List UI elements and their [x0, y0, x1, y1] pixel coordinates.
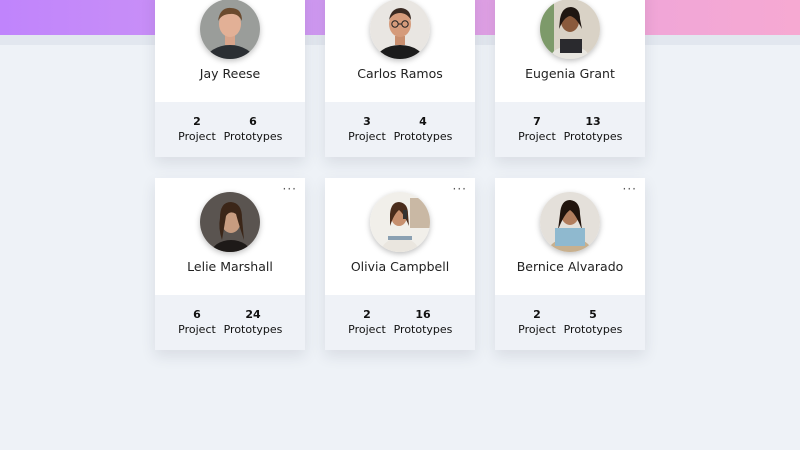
project-stat: 2 Project — [515, 308, 559, 336]
user-name: Eugenia Grant — [525, 66, 615, 81]
user-card[interactable]: ··· Bernice Alvarado 2 Project 5 Prototy… — [495, 178, 645, 350]
avatar — [200, 192, 260, 252]
prototype-stat: 6 Prototypes — [223, 115, 283, 143]
prototype-label: Prototypes — [393, 323, 453, 336]
avatar — [370, 0, 430, 59]
more-options-icon[interactable]: ··· — [623, 182, 637, 196]
project-count: 3 — [363, 115, 371, 128]
project-stat: 6 Project — [175, 308, 219, 336]
user-card[interactable]: Jay Reese 2 Project 6 Prototypes — [155, 0, 305, 157]
avatar — [540, 192, 600, 252]
prototype-label: Prototypes — [223, 323, 283, 336]
user-name: Bernice Alvarado — [516, 259, 624, 274]
prototype-count: 6 — [249, 115, 257, 128]
more-options-icon[interactable]: ··· — [283, 182, 297, 196]
project-count: 2 — [533, 308, 541, 321]
prototype-count: 24 — [245, 308, 261, 321]
prototype-count: 5 — [589, 308, 597, 321]
prototype-count: 13 — [585, 115, 601, 128]
user-card[interactable]: ··· Lelie Marshall 6 Project 24 Prototyp… — [155, 178, 305, 350]
prototype-stat: 16 Prototypes — [393, 308, 453, 336]
user-name: Carlos Ramos — [357, 66, 443, 81]
prototype-count: 4 — [419, 115, 427, 128]
project-stat: 2 Project — [175, 115, 219, 143]
prototype-stat: 13 Prototypes — [563, 115, 623, 143]
project-label: Project — [348, 323, 386, 336]
user-card[interactable]: ··· Olivia Campbell 2 Project 16 Prototy… — [325, 178, 475, 350]
prototype-label: Prototypes — [223, 130, 283, 143]
user-stats: 2 Project 5 Prototypes — [495, 295, 645, 350]
more-options-icon[interactable]: ··· — [453, 182, 467, 196]
project-count: 6 — [193, 308, 201, 321]
user-stats: 3 Project 4 Prototypes — [325, 102, 475, 157]
project-label: Project — [518, 130, 556, 143]
user-stats: 6 Project 24 Prototypes — [155, 295, 305, 350]
prototype-label: Prototypes — [563, 323, 623, 336]
user-stats: 2 Project 6 Prototypes — [155, 102, 305, 157]
user-card[interactable]: Carlos Ramos 3 Project 4 Prototypes — [325, 0, 475, 157]
avatar — [200, 0, 260, 59]
project-count: 2 — [363, 308, 371, 321]
user-name: Olivia Campbell — [350, 259, 450, 274]
prototype-label: Prototypes — [393, 130, 453, 143]
project-count: 2 — [193, 115, 201, 128]
project-label: Project — [518, 323, 556, 336]
user-stats: 7 Project 13 Prototypes — [495, 102, 645, 157]
user-name: Lelie Marshall — [187, 259, 273, 274]
project-stat: 7 Project — [515, 115, 559, 143]
prototype-stat: 24 Prototypes — [223, 308, 283, 336]
user-name: Jay Reese — [199, 66, 261, 81]
prototype-count: 16 — [415, 308, 431, 321]
project-stat: 2 Project — [345, 308, 389, 336]
project-label: Project — [178, 323, 216, 336]
user-card[interactable]: Eugenia Grant 7 Project 13 Prototypes — [495, 0, 645, 157]
avatar — [540, 0, 600, 59]
project-count: 7 — [533, 115, 541, 128]
project-label: Project — [178, 130, 216, 143]
user-stats: 2 Project 16 Prototypes — [325, 295, 475, 350]
prototype-stat: 5 Prototypes — [563, 308, 623, 336]
project-stat: 3 Project — [345, 115, 389, 143]
prototype-label: Prototypes — [563, 130, 623, 143]
project-label: Project — [348, 130, 386, 143]
prototype-stat: 4 Prototypes — [393, 115, 453, 143]
avatar — [370, 192, 430, 252]
